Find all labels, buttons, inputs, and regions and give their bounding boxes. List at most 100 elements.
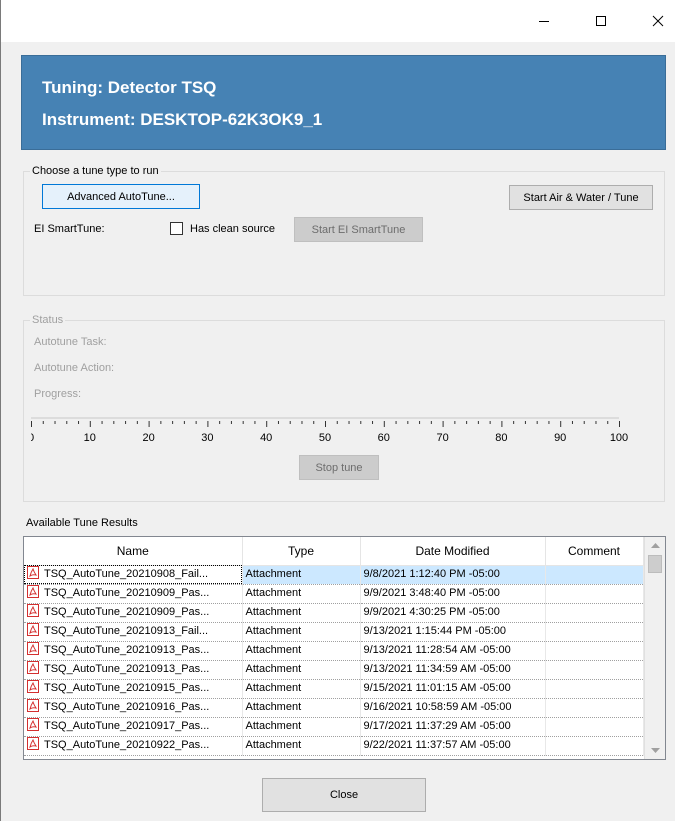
column-header-comment[interactable]: Comment — [545, 537, 644, 566]
pdf-file-icon — [27, 680, 39, 693]
cell-comment — [545, 698, 644, 718]
table-row[interactable]: TSQ_AutoTune_20210915_Pas... Attachment 9/… — [24, 679, 644, 699]
pdf-file-icon — [27, 661, 39, 674]
progress-tick-label: 40 — [260, 432, 272, 444]
file-name: TSQ_AutoTune_20210909_Pas... — [44, 587, 210, 599]
start-air-water-tune-button[interactable]: Start Air & Water / Tune — [509, 185, 653, 210]
cell-name: TSQ_AutoTune_20210913_Pas... — [24, 641, 243, 661]
cell-date: 9/22/2021 11:37:57 AM -05:00 — [360, 736, 546, 756]
ei-smarttune-label: EI SmartTune: — [34, 223, 105, 235]
cell-type: Attachment — [242, 622, 361, 642]
instrument-name: Instrument: DESKTOP-62K3OK9_1 — [42, 110, 323, 129]
close-icon — [652, 15, 664, 27]
progress-tick-label: 90 — [554, 432, 566, 444]
cell-name: TSQ_AutoTune_20210913_Pas... — [24, 660, 243, 680]
table-row[interactable]: TSQ_AutoTune_20210909_Pas... Attachment 9/… — [24, 603, 644, 623]
minimize-button[interactable] — [525, 0, 563, 42]
start-ei-smarttune-button[interactable]: Start EI SmartTune — [294, 217, 423, 242]
cell-date: 9/9/2021 4:30:25 PM -05:00 — [360, 603, 546, 623]
header-banner: Tuning: Detector TSQ Instrument: DESKTOP… — [21, 55, 666, 150]
column-header-type[interactable]: Type — [242, 537, 361, 566]
progress-tick-label: 0 — [31, 432, 34, 444]
file-name: TSQ_AutoTune_20210913_Pas... — [44, 644, 210, 656]
autotune-action-label: Autotune Action: — [34, 362, 115, 374]
cell-comment — [545, 679, 644, 699]
cell-type: Attachment — [242, 660, 361, 680]
minimize-icon — [539, 21, 549, 22]
table-row[interactable]: TSQ_AutoTune_20210913_Pas... Attachment 9/… — [24, 660, 644, 680]
cell-date: 9/13/2021 11:28:54 AM -05:00 — [360, 641, 546, 661]
table-row[interactable]: TSQ_AutoTune_20210913_Pas... Attachment 9/… — [24, 641, 644, 661]
cell-comment — [545, 660, 644, 680]
cell-comment — [545, 584, 644, 604]
has-clean-source-label: Has clean source — [190, 223, 275, 235]
cell-name: TSQ_AutoTune_20210922_Pas... — [24, 736, 243, 756]
close-button[interactable]: Close — [262, 778, 426, 812]
cell-type: Attachment — [242, 717, 361, 737]
table-row[interactable]: TSQ_AutoTune_20210909_Pas... Attachment 9/… — [24, 584, 644, 604]
pdf-file-icon — [27, 699, 39, 712]
pdf-file-icon — [27, 737, 39, 750]
cell-name: TSQ_AutoTune_20210909_Pas... — [24, 603, 243, 623]
progress-ticks — [31, 421, 620, 427]
pdf-file-icon — [27, 585, 39, 598]
cell-comment — [545, 641, 644, 661]
cell-name: TSQ_AutoTune_20210917_Pas... — [24, 717, 243, 737]
pdf-file-icon — [27, 566, 39, 579]
table-row[interactable]: TSQ_AutoTune_20210922_Pas... Attachment 9/… — [24, 736, 644, 756]
file-name: TSQ_AutoTune_20210917_Pas... — [44, 720, 210, 732]
cell-comment — [545, 717, 644, 737]
table-row[interactable]: TSQ_AutoTune_20210917_Pas... Attachment 9/… — [24, 717, 644, 737]
cell-type: Attachment — [242, 679, 361, 699]
cell-name: TSQ_AutoTune_20210913_Fail... — [24, 622, 243, 642]
cell-date: 9/13/2021 11:34:59 AM -05:00 — [360, 660, 546, 680]
file-name: TSQ_AutoTune_20210915_Pas... — [44, 682, 210, 694]
tune-results-table[interactable]: Name Type Date Modified Comment TSQ_Auto… — [23, 536, 666, 760]
advanced-autotune-button[interactable]: Advanced AutoTune... — [42, 184, 200, 209]
progress-tick-label: 50 — [319, 432, 331, 444]
progress-tick-label: 100 — [610, 432, 628, 444]
cell-name: TSQ_AutoTune_20210908_Fail... — [24, 565, 243, 585]
file-name: TSQ_AutoTune_20210922_Pas... — [44, 739, 210, 751]
status-legend: Status — [30, 314, 66, 327]
autotune-task-label: Autotune Task: — [34, 336, 107, 348]
scroll-down-button[interactable] — [645, 742, 665, 759]
tune-results-title: Available Tune Results — [26, 517, 138, 529]
has-clean-source-checkbox[interactable] — [170, 222, 183, 235]
cell-type: Attachment — [242, 698, 361, 718]
pdf-file-icon — [27, 604, 39, 617]
table-row[interactable]: TSQ_AutoTune_20210908_Fail... Attachment 9… — [24, 565, 644, 585]
progress-tick-label: 70 — [436, 432, 448, 444]
tune-type-legend: Choose a tune type to run — [30, 165, 161, 178]
column-header-name[interactable]: Name — [24, 537, 243, 566]
cell-name: TSQ_AutoTune_20210916_Pas... — [24, 698, 243, 718]
pdf-file-icon — [27, 642, 39, 655]
scroll-up-button[interactable] — [645, 537, 665, 554]
cell-name: TSQ_AutoTune_20210909_Pas... — [24, 584, 243, 604]
cell-comment — [545, 622, 644, 642]
vertical-scrollbar[interactable] — [644, 537, 665, 759]
cell-date: 9/9/2021 3:48:40 PM -05:00 — [360, 584, 546, 604]
table-header-row: Name Type Date Modified Comment — [24, 537, 644, 566]
progress-tick-label: 60 — [378, 432, 390, 444]
progress-tick-label: 30 — [201, 432, 213, 444]
progress-tick-label: 10 — [84, 432, 96, 444]
cell-type: Attachment — [242, 565, 361, 585]
stop-tune-button[interactable]: Stop tune — [299, 455, 379, 480]
column-header-date-modified[interactable]: Date Modified — [360, 537, 546, 566]
cell-comment — [545, 736, 644, 756]
progress-tick-label: 80 — [495, 432, 507, 444]
cell-date: 9/13/2021 1:15:44 PM -05:00 — [360, 622, 546, 642]
file-name: TSQ_AutoTune_20210908_Fail... — [44, 568, 209, 580]
cell-type: Attachment — [242, 736, 361, 756]
close-window-button[interactable] — [639, 0, 675, 42]
maximize-button[interactable] — [582, 0, 620, 42]
file-name: TSQ_AutoTune_20210913_Fail... — [44, 625, 209, 637]
table-row[interactable]: TSQ_AutoTune_20210916_Pas... Attachment 9/… — [24, 698, 644, 718]
pdf-file-icon — [27, 623, 39, 636]
table-row[interactable]: TSQ_AutoTune_20210913_Fail... Attachment 9… — [24, 622, 644, 642]
maximize-icon — [596, 16, 606, 26]
scroll-thumb[interactable] — [648, 555, 662, 573]
progress-scale: 0 10 20 30 40 50 60 70 80 90 100 — [31, 417, 628, 444]
progress-label: Progress: — [34, 388, 82, 400]
